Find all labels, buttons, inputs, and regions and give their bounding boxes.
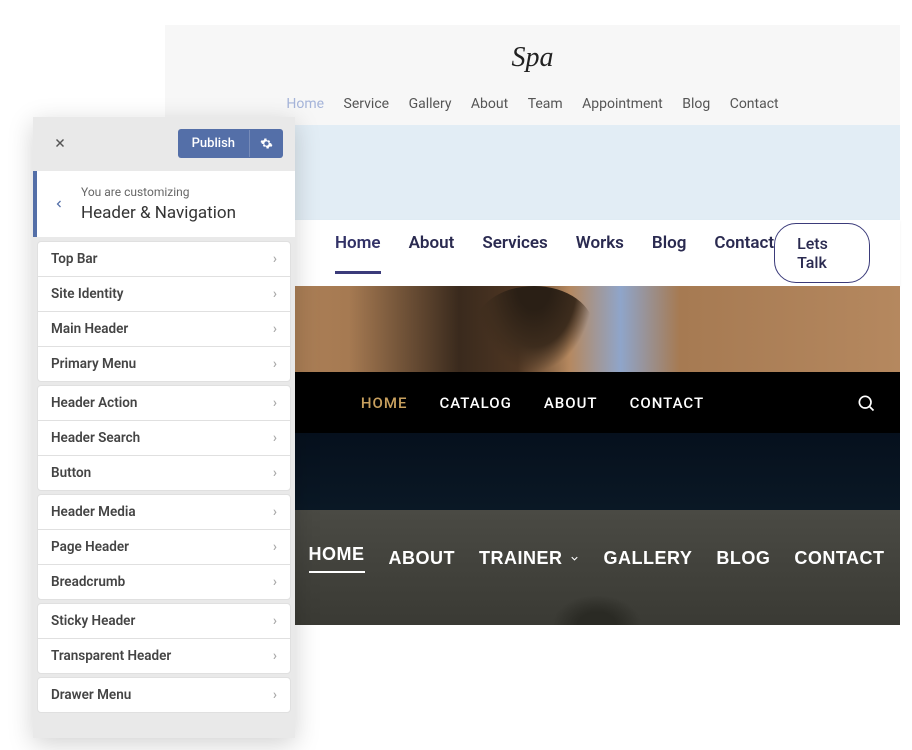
nav3-catalog[interactable]: CATALOG [439,394,511,412]
nav2-works[interactable]: Works [576,233,624,274]
customizer-sections: Top Bar › Site Identity › Main Header › Pri… [33,237,295,720]
customizer-header: You are customizing Header & Navigation [33,171,295,237]
nav2-about[interactable]: About [409,233,455,274]
section-label: Page Header [51,539,129,555]
section-label: Button [51,465,91,481]
chevron-right-icon: › [273,687,277,703]
spa-nav-home[interactable]: Home [286,96,324,112]
section-label: Header Action [51,395,137,411]
chevron-right-icon: › [273,430,277,446]
chevron-right-icon: › [273,356,277,372]
chevron-right-icon: › [273,395,277,411]
nav2-contact[interactable]: Contact [714,233,774,274]
chevron-right-icon: › [273,648,277,664]
section-label: Breadcrumb [51,574,125,590]
section-sticky-header[interactable]: Sticky Header › [37,603,291,639]
section-label: Drawer Menu [51,687,131,703]
publish-button[interactable]: Publish [178,129,249,158]
spa-nav: Home Service Gallery About Team Appointm… [165,96,900,112]
publish-group: Publish [178,129,283,158]
gear-icon [260,137,273,150]
section-breadcrumb[interactable]: Breadcrumb › [37,564,291,600]
chevron-right-icon: › [273,574,277,590]
section-page-header[interactable]: Page Header › [37,529,291,565]
spa-nav-blog[interactable]: Blog [682,96,710,112]
section-drawer-menu[interactable]: Drawer Menu › [37,677,291,713]
section-header-action[interactable]: Header Action › [37,385,291,421]
section-primary-menu[interactable]: Primary Menu › [37,346,291,382]
spa-logo: Spa [165,25,900,74]
customizer-title: Header & Navigation [81,203,236,223]
section-button[interactable]: Button › [37,455,291,491]
spa-nav-appointment[interactable]: Appointment [582,96,663,112]
nav4-trainer[interactable]: TRAINER [479,548,580,569]
nav4-blog[interactable]: BLOG [716,548,770,569]
nav4-trainer-label: TRAINER [479,548,563,569]
section-transparent-header[interactable]: Transparent Header › [37,638,291,674]
chevron-right-icon: › [273,321,277,337]
lets-talk-button[interactable]: Lets Talk [774,223,870,283]
chevron-right-icon: › [273,286,277,302]
nav4-contact[interactable]: CONTACT [794,548,884,569]
section-label: Primary Menu [51,356,136,372]
section-site-identity[interactable]: Site Identity › [37,276,291,312]
nav4-about[interactable]: ABOUT [389,548,456,569]
chevron-left-icon [53,195,65,213]
spa-nav-gallery[interactable]: Gallery [409,96,452,112]
nav4-home[interactable]: HOME [309,544,365,573]
spa-nav-team[interactable]: Team [528,96,563,112]
back-button[interactable] [37,175,81,233]
section-main-header[interactable]: Main Header › [37,311,291,347]
chevron-right-icon: › [273,465,277,481]
customizer-panel: Publish You are customizing Header & Nav… [33,117,295,738]
chevron-down-icon [569,553,580,564]
chevron-right-icon: › [273,613,277,629]
chevron-right-icon: › [273,504,277,520]
customizer-subtitle: You are customizing [81,185,236,199]
section-label: Header Media [51,504,136,520]
section-label: Header Search [51,430,140,446]
chevron-right-icon: › [273,251,277,267]
section-header-media[interactable]: Header Media › [37,494,291,530]
nav3-about[interactable]: ABOUT [544,394,598,412]
chevron-right-icon: › [273,539,277,555]
section-header-search[interactable]: Header Search › [37,420,291,456]
search-icon[interactable] [856,393,876,413]
spa-nav-service[interactable]: Service [344,96,390,112]
nav3-contact[interactable]: CONTACT [630,394,705,412]
spa-nav-about[interactable]: About [471,96,508,112]
close-button[interactable] [45,132,75,154]
section-label: Transparent Header [51,648,171,664]
section-top-bar[interactable]: Top Bar › [37,241,291,277]
section-label: Top Bar [51,251,98,267]
section-label: Main Header [51,321,128,337]
nav2-home[interactable]: Home [335,233,381,274]
nav-preview-4: HOME ABOUT TRAINER GALLERY BLOG CONTACT [293,510,900,625]
section-label: Sticky Header [51,613,135,629]
customizer-topbar: Publish [33,117,295,169]
nav2-services[interactable]: Services [482,233,547,274]
nav4-gallery[interactable]: GALLERY [604,548,693,569]
nav2-blog[interactable]: Blog [652,233,687,274]
spa-nav-contact[interactable]: Contact [730,96,779,112]
nav3-home[interactable]: HOME [361,394,408,412]
section-label: Site Identity [51,286,123,302]
spa-header-preview: Spa Home Service Gallery About Team Appo… [165,25,900,125]
close-icon [53,136,67,150]
publish-settings-button[interactable] [249,130,283,157]
